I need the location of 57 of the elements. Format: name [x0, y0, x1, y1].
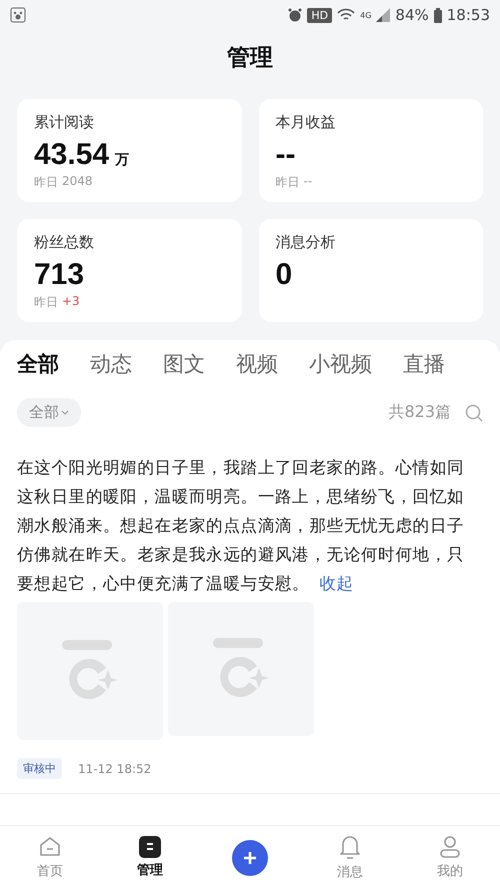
stat-label: 累计阅读 — [34, 113, 95, 132]
filter-dropdown[interactable]: 全部 — [17, 398, 81, 427]
alarm-icon — [288, 8, 302, 22]
stat-value: 43.54 — [34, 138, 110, 172]
image-placeholder-icon — [62, 640, 118, 702]
document-icon — [139, 836, 161, 858]
stat-card[interactable]: 本月收益 -- 昨日 -- — [258, 99, 483, 202]
stat-value: 0 — [276, 258, 292, 292]
category-tab[interactable]: 视频 — [236, 350, 278, 378]
image-placeholder[interactable] — [17, 602, 163, 740]
plus-icon — [243, 850, 257, 864]
signal-icon — [376, 8, 390, 22]
image-placeholder[interactable] — [168, 602, 314, 736]
battery-icon — [434, 8, 442, 22]
clock: 18:53 — [446, 6, 490, 24]
stat-sub-value: 2048 — [62, 174, 93, 190]
stat-value: -- — [276, 138, 296, 172]
stat-label: 粉丝总数 — [34, 233, 95, 252]
add-button[interactable] — [232, 840, 268, 876]
stat-card[interactable]: 累计阅读 43.54 万 昨日 2048 — [17, 99, 242, 202]
network-type: 4G — [360, 10, 372, 20]
wifi-icon — [337, 8, 356, 22]
bell-icon — [339, 834, 361, 860]
battery-percent: 84% — [395, 6, 429, 24]
category-tab[interactable]: 图文 — [163, 350, 205, 378]
category-tab[interactable]: 动态 — [90, 350, 132, 378]
paw-app-icon — [10, 7, 26, 23]
stat-sub-label: 昨日 — [34, 294, 58, 311]
stat-card[interactable]: 消息分析 0 — [258, 219, 483, 322]
nav-item[interactable]: 管理 — [100, 826, 200, 889]
search-icon[interactable] — [465, 404, 483, 422]
post-count: 共823篇 — [388, 402, 451, 423]
stat-sub-label: 昨日 — [276, 174, 300, 191]
stat-unit: 万 — [115, 151, 130, 169]
nav-item[interactable]: 消息 — [300, 826, 400, 889]
stat-sub-value: -- — [304, 174, 312, 190]
stat-value: 713 — [34, 258, 84, 292]
stat-label: 本月收益 — [276, 113, 336, 132]
category-tab[interactable]: 全部 — [17, 350, 59, 378]
stat-sub-label: 昨日 — [34, 174, 58, 191]
nav-item[interactable]: 首页 — [0, 826, 100, 889]
image-placeholder-icon — [213, 638, 269, 700]
post-text: 在这个阳光明媚的日子里，我踏上了回老家的路。心情如同这秋日里的暖阳，温暖而明亮。一路上，思绪纷飞，回忆如潮水般涌来。想起在老家的点点滴滴，那些无忧无虑的日子仿佛就在昨天。老家是我永远的避风港，无论何时何地，只要想起它，心中便充满了温暖与安慰。 收起 — [17, 457, 466, 595]
chevron-down-icon — [61, 410, 69, 415]
collapse-link[interactable]: 收起 — [319, 574, 354, 593]
stat-card[interactable]: 粉丝总数 713 昨日 +3 — [17, 219, 242, 322]
category-tab[interactable]: 直播 — [403, 350, 445, 378]
home-icon — [38, 835, 62, 859]
page-title: 管理 — [226, 44, 274, 73]
hd-indicator: HD — [307, 8, 332, 22]
user-icon — [439, 835, 461, 859]
category-tab[interactable]: 小视频 — [309, 350, 372, 378]
post-time: 11-12 18:52 — [78, 762, 152, 776]
review-status-tag: 审核中 — [17, 758, 62, 779]
stat-sub-value: +3 — [62, 294, 80, 310]
nav-item[interactable]: 我的 — [400, 826, 500, 889]
stat-label: 消息分析 — [276, 233, 336, 252]
